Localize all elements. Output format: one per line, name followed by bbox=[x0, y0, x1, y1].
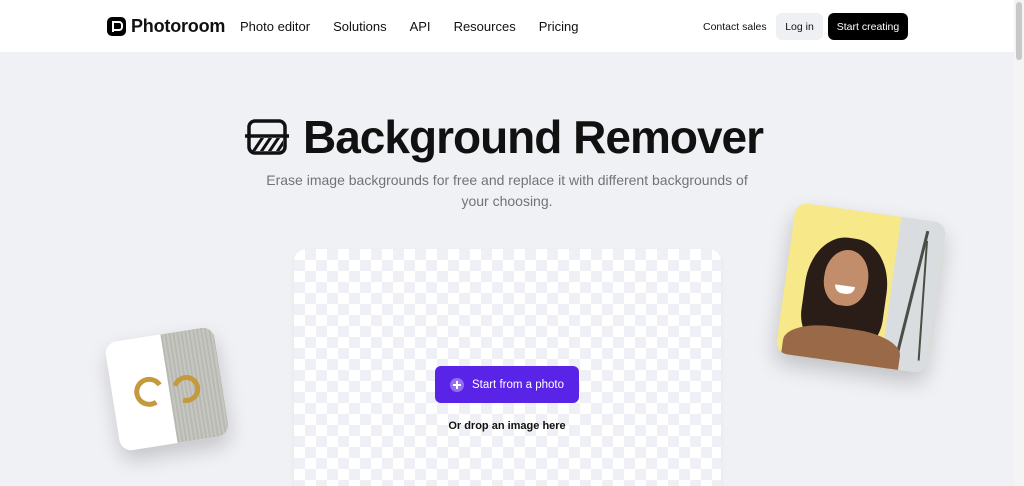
earrings-example-image bbox=[104, 326, 230, 452]
plus-circle-icon bbox=[449, 377, 464, 392]
nav-link-photo-editor[interactable]: Photo editor bbox=[240, 19, 310, 34]
page-scrollbar[interactable] bbox=[1014, 0, 1024, 486]
nav-link-solutions[interactable]: Solutions bbox=[333, 19, 386, 34]
earring-left bbox=[131, 374, 167, 410]
nav-links: Photo editor Solutions API Resources Pri… bbox=[240, 19, 601, 34]
contact-sales-link[interactable]: Contact sales bbox=[703, 21, 767, 33]
login-button[interactable]: Log in bbox=[776, 13, 823, 40]
nav-link-pricing[interactable]: Pricing bbox=[539, 19, 579, 34]
top-nav: Photoroom Photo editor Solutions API Res… bbox=[0, 0, 1014, 52]
woman-body bbox=[778, 319, 903, 374]
page-subtitle-line-1: Erase image backgrounds for free and rep… bbox=[266, 172, 748, 188]
photoroom-logo-icon bbox=[107, 17, 126, 36]
nav-link-api[interactable]: API bbox=[410, 19, 431, 34]
page-subtitle-line-2: your choosing. bbox=[461, 193, 553, 209]
drop-image-hint: Or drop an image here bbox=[448, 420, 566, 432]
page-title-text: Background Remover bbox=[303, 111, 764, 163]
brand-logo[interactable]: Photoroom bbox=[107, 16, 225, 37]
start-creating-button[interactable]: Start creating bbox=[828, 13, 908, 40]
start-from-photo-label: Start from a photo bbox=[471, 378, 565, 391]
scrollbar-thumb[interactable] bbox=[1016, 2, 1022, 60]
start-from-photo-button[interactable]: Start from a photo bbox=[435, 366, 579, 403]
nav-link-resources[interactable]: Resources bbox=[454, 19, 516, 34]
page-subtitle: Erase image backgrounds for free and rep… bbox=[262, 170, 752, 212]
background-remover-icon bbox=[245, 119, 289, 155]
brand-name: Photoroom bbox=[131, 16, 226, 36]
portrait-example-image bbox=[775, 202, 947, 374]
page-title: Background Remover bbox=[245, 110, 764, 164]
